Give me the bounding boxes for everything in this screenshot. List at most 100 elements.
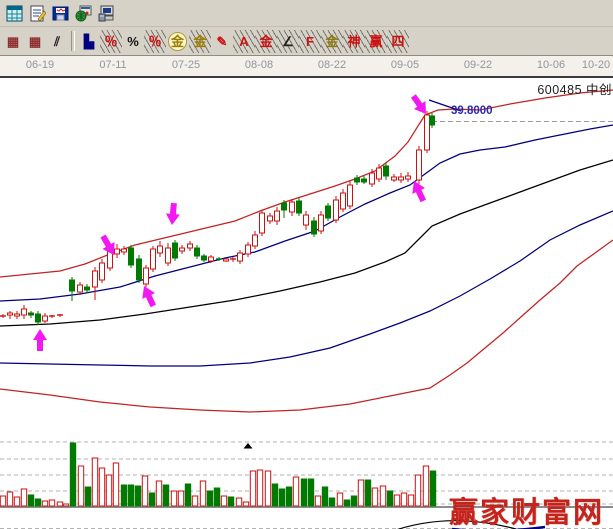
candle-body bbox=[85, 287, 90, 290]
toolbar-main bbox=[0, 0, 613, 27]
volume-bar bbox=[337, 493, 342, 506]
candle-body bbox=[8, 313, 13, 315]
notepad-edit-icon[interactable] bbox=[27, 3, 48, 24]
candle-body bbox=[158, 246, 163, 253]
candle-body bbox=[297, 201, 302, 213]
axis-date: 08-22 bbox=[312, 59, 352, 71]
candle-body bbox=[268, 216, 273, 221]
volume-bar bbox=[135, 486, 140, 506]
save-floppy-icon[interactable] bbox=[50, 3, 71, 24]
volume-bar bbox=[142, 476, 147, 506]
percent-tool[interactable]: % bbox=[122, 30, 144, 53]
computer-transfer-icon[interactable] bbox=[96, 3, 117, 24]
wave-a-tool[interactable]: A bbox=[233, 30, 255, 53]
gann-f-angle-tool[interactable]: F bbox=[299, 30, 321, 53]
candle-body bbox=[238, 253, 243, 261]
toolbar-separator bbox=[71, 31, 75, 51]
candle-body bbox=[282, 203, 287, 210]
gann-gold-angle-tool[interactable]: 金 bbox=[321, 30, 343, 53]
volume-bar bbox=[49, 500, 54, 506]
volume-bar bbox=[28, 495, 33, 506]
candle-body bbox=[188, 244, 193, 248]
candle-body bbox=[326, 206, 331, 218]
volume-bar bbox=[192, 496, 197, 506]
candle-body bbox=[29, 313, 34, 315]
candle-body bbox=[36, 314, 41, 322]
volume-bar bbox=[214, 488, 219, 506]
volume-bar bbox=[99, 468, 104, 506]
stock-code-name-label: 600485 中创 bbox=[537, 79, 612, 98]
chart-canvas[interactable] bbox=[0, 78, 613, 529]
volume-bar bbox=[92, 458, 97, 506]
volume-bar bbox=[265, 471, 270, 506]
band-upper-red bbox=[0, 90, 613, 277]
volume-bar bbox=[63, 504, 68, 506]
axis-date: 08-08 bbox=[239, 59, 279, 71]
watermark-yingjia: 赢家财富网 bbox=[449, 489, 604, 529]
candle-body bbox=[334, 200, 339, 220]
board-table-icon[interactable] bbox=[4, 3, 25, 24]
volume-bar bbox=[7, 492, 12, 506]
candle-body bbox=[144, 268, 149, 284]
gann-ying-angle-tool[interactable]: 赢 bbox=[365, 30, 387, 53]
volume-bar bbox=[121, 485, 126, 506]
candle-body bbox=[319, 215, 324, 231]
candle-body bbox=[115, 249, 120, 254]
volume-bar bbox=[329, 498, 334, 506]
candle-body bbox=[93, 271, 98, 287]
candle-body bbox=[417, 150, 422, 180]
candle-body bbox=[362, 179, 367, 182]
volume-bar bbox=[128, 485, 133, 506]
volume-bar bbox=[113, 463, 118, 506]
volume-bar bbox=[185, 484, 190, 506]
candle-body bbox=[137, 259, 142, 280]
candle-body bbox=[253, 235, 258, 246]
volume-bar bbox=[0, 496, 5, 506]
gold-coin-tool[interactable]: 金 bbox=[168, 32, 187, 51]
volume-bar bbox=[272, 484, 277, 506]
volume-bar bbox=[315, 496, 320, 506]
percent-lines-tool[interactable]: ％ bbox=[144, 30, 166, 53]
volume-bar bbox=[35, 499, 40, 506]
volume-bar bbox=[322, 487, 327, 506]
grid-tool[interactable]: ▦ bbox=[2, 30, 24, 53]
hatch-lines-tool[interactable]: ⫽ bbox=[46, 30, 68, 53]
candle-body bbox=[355, 178, 360, 182]
gann-si-angle-tool[interactable]: 四 bbox=[387, 30, 409, 53]
candle-body bbox=[312, 221, 317, 234]
candle-body bbox=[377, 168, 382, 179]
candle-body bbox=[370, 173, 375, 184]
candle-body bbox=[166, 248, 171, 263]
candle-body bbox=[348, 185, 353, 206]
volume-bar bbox=[221, 496, 226, 506]
candle-body bbox=[290, 202, 295, 212]
candle-body bbox=[384, 166, 389, 176]
marker-pen-tool[interactable]: ✎ bbox=[211, 30, 233, 53]
grid-axis-tool[interactable]: ▦ bbox=[24, 30, 46, 53]
globe-window-icon[interactable] bbox=[73, 3, 94, 24]
gold-lines-tool[interactable]: 金 bbox=[189, 30, 211, 53]
volume-bar bbox=[171, 491, 176, 506]
gold-angle-tool[interactable]: 金 bbox=[255, 30, 277, 53]
volume-bar bbox=[106, 475, 111, 506]
angle-tool[interactable]: ∠ bbox=[277, 30, 299, 53]
volume-bar bbox=[156, 481, 161, 506]
candle-body bbox=[151, 249, 156, 269]
volume-bar bbox=[293, 477, 298, 506]
volume-bar bbox=[372, 488, 377, 506]
kline-chart-tool[interactable]: ▙ bbox=[78, 30, 100, 53]
volume-bar bbox=[301, 479, 306, 506]
percent-retrace-tool[interactable]: ％ bbox=[100, 30, 122, 53]
annotation-arrow bbox=[33, 329, 47, 351]
candle-body bbox=[246, 245, 251, 254]
volume-bar bbox=[85, 487, 90, 506]
candle-body bbox=[15, 314, 20, 316]
candle-body bbox=[78, 285, 83, 292]
gann-shen-angle-tool[interactable]: 神 bbox=[343, 30, 365, 53]
candle-body bbox=[399, 177, 404, 180]
volume-bar bbox=[207, 491, 212, 506]
volume-bar bbox=[149, 493, 154, 506]
price-chart[interactable]: 600485 中创 39.8000 赢家财富网 bbox=[0, 78, 613, 529]
volume-bar bbox=[243, 502, 248, 506]
volume-bar bbox=[57, 502, 62, 506]
